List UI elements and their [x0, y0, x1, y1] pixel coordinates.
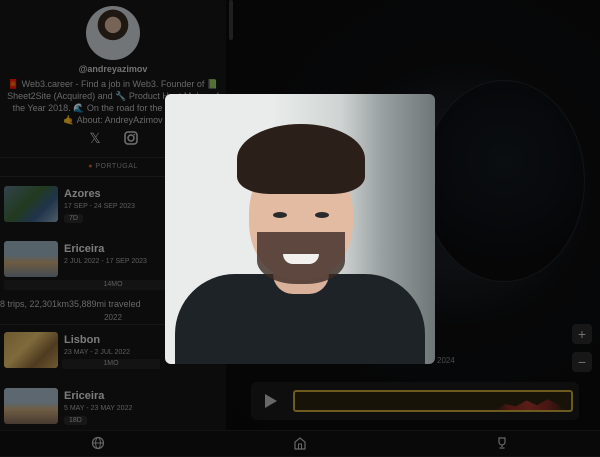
photo-eye	[315, 212, 329, 218]
photo-eye	[273, 212, 287, 218]
profile-photo-modal[interactable]	[165, 94, 435, 364]
photo-hair	[237, 124, 365, 194]
app: @andreyazimov 🧧 Web3.career - Find a job…	[0, 0, 600, 457]
photo-smile	[283, 254, 319, 264]
